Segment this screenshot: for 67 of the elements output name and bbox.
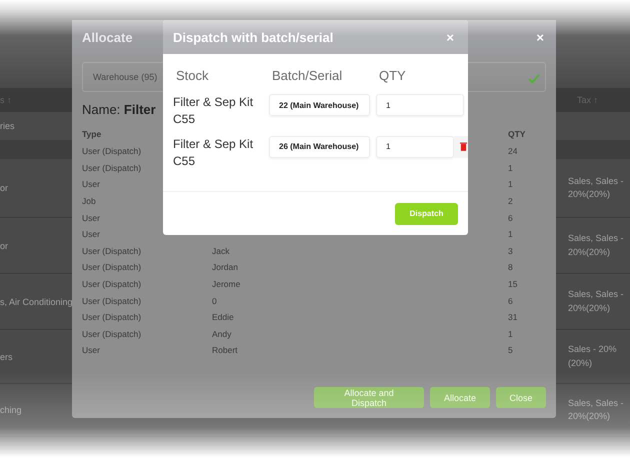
dialog-title: Dispatch with batch/serial: [173, 30, 334, 44]
action-button[interactable]: Allocate and Dispatch: [314, 387, 424, 408]
table-cell: User: [82, 212, 100, 223]
trash-icon: [460, 142, 466, 152]
table-cell: 2: [508, 196, 513, 206]
close-button[interactable]: ×: [444, 30, 456, 44]
table-cell: 1: [508, 179, 513, 190]
column-header: QTY: [508, 129, 526, 139]
table-cell: Jordan: [212, 262, 238, 272]
table-cell: 1: [508, 229, 513, 240]
table-cell: Sales - 20% (20%): [568, 344, 617, 368]
quantity-field[interactable]: 1: [376, 94, 464, 116]
action-button[interactable]: Allocate: [430, 387, 490, 408]
batch-field[interactable]: 22 (Main Warehouse): [269, 94, 370, 116]
column-header: Type: [82, 129, 102, 139]
table-cell: 6: [508, 212, 513, 223]
table-cell: User (Dispatch): [82, 146, 142, 156]
table-cell: User (Dispatch): [82, 312, 142, 322]
column-header: Stock: [175, 68, 210, 83]
action-button[interactable]: Close: [496, 387, 546, 408]
table-cell: 0: [212, 296, 217, 306]
table-cell: User (Dispatch): [82, 328, 142, 339]
table-cell: 1: [508, 328, 513, 339]
table-cell: 15: [508, 279, 518, 290]
delete-button[interactable]: [454, 136, 468, 158]
table-cell: User: [82, 345, 100, 356]
table-cell: Robert: [212, 345, 238, 356]
table-cell: User (Dispatch): [82, 262, 142, 272]
dialog-title: Allocate: [82, 30, 133, 44]
table-cell: 8: [508, 262, 513, 272]
table-cell: s, Air Conditioning: [0, 296, 73, 306]
check-icon: [528, 74, 540, 84]
table-cell: 6: [508, 296, 513, 306]
table-cell: ries: [0, 121, 15, 131]
table-cell: ers: [0, 352, 13, 362]
table-cell: Sales, Sales - 20%(20%): [568, 398, 624, 421]
table-cell: Sales, Sales - 20%(20%): [568, 176, 624, 199]
column-header: QTY: [378, 68, 407, 83]
table-cell: Job: [82, 196, 96, 206]
table-cell: 24: [508, 146, 518, 156]
table-cell: Sales, Sales - 20%(20%): [568, 233, 624, 256]
table-cell: Jerome: [212, 279, 240, 290]
table-cell: User (Dispatch): [82, 246, 142, 256]
table-cell: User (Dispatch): [82, 279, 142, 290]
table-cell: Sales, Sales - 20%(20%): [568, 289, 624, 312]
column-header: Batch/Serial: [271, 68, 344, 83]
dispatch-button[interactable]: Dispatch: [395, 202, 458, 224]
table-cell: User (Dispatch): [82, 162, 142, 173]
stock-name: Filter & Sep Kit C55: [173, 94, 254, 128]
quantity-field[interactable]: 1: [376, 136, 454, 158]
table-cell: 31: [508, 312, 518, 322]
table-cell: ching: [0, 405, 22, 415]
table-cell: User (Dispatch): [82, 296, 142, 306]
table-cell: User: [82, 229, 100, 240]
table-cell: User: [82, 179, 100, 190]
table-cell: 1: [508, 162, 513, 173]
item-name: Name: Filter: [82, 102, 156, 117]
table-cell: Andy: [212, 328, 232, 339]
table-cell: or: [0, 183, 8, 193]
table-cell: 5: [508, 345, 513, 356]
close-button[interactable]: ×: [534, 30, 546, 44]
table-cell: Eddie: [212, 312, 234, 322]
table-cell: Jack: [212, 246, 230, 256]
batch-field[interactable]: 26 (Main Warehouse): [269, 136, 370, 158]
table-cell: or: [0, 240, 8, 250]
stock-name: Filter & Sep Kit C55: [173, 136, 254, 170]
table-cell: 3: [508, 246, 513, 256]
